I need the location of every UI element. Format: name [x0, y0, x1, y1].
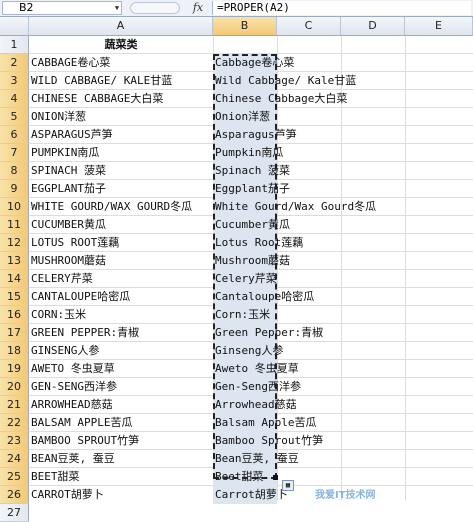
column-header-d[interactable]: D: [341, 17, 405, 36]
cell-a[interactable]: LOTUS ROOT莲藕: [29, 234, 213, 252]
cell-a[interactable]: [29, 504, 213, 522]
row-header[interactable]: 10: [0, 198, 29, 216]
row-header[interactable]: 16: [0, 306, 29, 324]
chevron-down-icon[interactable]: ▼: [112, 2, 122, 14]
watermark-text: 我爱IT技术网: [315, 490, 376, 501]
row-header[interactable]: 14: [0, 270, 29, 288]
cell-a[interactable]: EGGPLANT茄子: [29, 180, 213, 198]
cell-a[interactable]: MUSHROOM蘑菇: [29, 252, 213, 270]
row-header[interactable]: 12: [0, 234, 29, 252]
cell-b[interactable]: [213, 504, 277, 522]
row-header[interactable]: 7: [0, 144, 29, 162]
cell-b[interactable]: Eggplant茄子: [213, 180, 290, 198]
cell-a[interactable]: WHITE GOURD/WAX GOURD冬瓜: [29, 198, 213, 216]
cell-a[interactable]: 蔬菜类: [29, 36, 213, 54]
cell-b[interactable]: Cantaloupe哈密瓜: [213, 288, 314, 306]
cell-b[interactable]: Carrot胡萝卜: [213, 486, 288, 504]
cell-a[interactable]: PUMPKIN南瓜: [29, 144, 213, 162]
cell-b[interactable]: Celery芹菜: [213, 270, 277, 288]
row-header[interactable]: 19: [0, 360, 29, 378]
cell-b[interactable]: Corn:玉米: [213, 306, 277, 324]
cell-b[interactable]: White Gourd/Wax Gourd冬瓜: [213, 198, 376, 216]
cell-a[interactable]: BEET甜菜: [29, 468, 213, 486]
row-header[interactable]: 21: [0, 396, 29, 414]
cell-b[interactable]: Onion洋葱: [213, 108, 277, 126]
column-header-a[interactable]: A: [29, 17, 213, 36]
formula-bar: B2 ▼ fx =PROPER(A2): [0, 0, 473, 17]
cell-b[interactable]: Asparagus芦笋: [213, 126, 297, 144]
cell-a[interactable]: CABBAGE卷心菜: [29, 54, 213, 72]
row-header[interactable]: 22: [0, 414, 29, 432]
cell-a[interactable]: WILD CABBAGE/ KALE甘蓝: [29, 72, 213, 90]
select-all-corner[interactable]: [0, 17, 29, 36]
paste-options-icon[interactable]: ▦: [282, 480, 294, 491]
column-header-e[interactable]: E: [405, 17, 473, 36]
row-header[interactable]: 15: [0, 288, 29, 306]
cell-a[interactable]: ARROWHEAD慈菇: [29, 396, 213, 414]
row-header[interactable]: 23: [0, 432, 29, 450]
cell-a[interactable]: CHINESE CABBAGE大白菜: [29, 90, 213, 108]
fill-handle[interactable]: [273, 475, 278, 480]
cell-a[interactable]: BEAN豆荚, 蚕豆: [29, 450, 213, 468]
gridline: [405, 36, 406, 500]
cell-b[interactable]: Lotus Root莲藕: [213, 234, 303, 252]
cell-a[interactable]: ASPARAGUS芦笋: [29, 126, 213, 144]
cell-b[interactable]: Green Pepper:青椒: [213, 324, 323, 342]
cell-a[interactable]: ONION洋葱: [29, 108, 213, 126]
row-header[interactable]: 3: [0, 72, 29, 90]
row-header[interactable]: 8: [0, 162, 29, 180]
cell-b[interactable]: Bamboo Sprout竹笋: [213, 432, 323, 450]
name-box[interactable]: B2: [2, 1, 122, 15]
row-header[interactable]: 27: [0, 504, 29, 522]
insert-function-button[interactable]: fx: [188, 1, 208, 15]
row-header[interactable]: 4: [0, 90, 29, 108]
cell-a[interactable]: CANTALOUPE哈密瓜: [29, 288, 213, 306]
cell-a[interactable]: CARROT胡萝卜: [29, 486, 213, 504]
cell-a[interactable]: GREEN PEPPER:青椒: [29, 324, 213, 342]
row-header[interactable]: 26: [0, 486, 29, 504]
cell-a[interactable]: CORN:玉米: [29, 306, 213, 324]
cell-b[interactable]: Spinach 菠菜: [213, 162, 290, 180]
cell-b[interactable]: [213, 36, 277, 54]
cell-a[interactable]: AWETO 冬虫夏草: [29, 360, 213, 378]
cell-a[interactable]: GEN-SENG西洋参: [29, 378, 213, 396]
cell-b[interactable]: Pumpkin南瓜: [213, 144, 283, 162]
row-header[interactable]: 18: [0, 342, 29, 360]
cell-a[interactable]: BAMBOO SPROUT竹笋: [29, 432, 213, 450]
cell-b[interactable]: Chinese Cabbage大白菜: [213, 90, 347, 108]
cell-a[interactable]: SPINACH 菠菜: [29, 162, 213, 180]
row-header[interactable]: 6: [0, 126, 29, 144]
row-header[interactable]: 25: [0, 468, 29, 486]
gridline: [341, 36, 342, 500]
row-header[interactable]: 17: [0, 324, 29, 342]
column-header-b[interactable]: B: [213, 17, 277, 36]
cell-a[interactable]: CUCUMBER黄瓜: [29, 216, 213, 234]
cell-b[interactable]: Wild Cabbage/ Kale甘蓝: [213, 72, 356, 90]
cell-a[interactable]: BALSAM APPLE苦瓜: [29, 414, 213, 432]
cell-a[interactable]: CELERY芹菜: [29, 270, 213, 288]
row-header[interactable]: 24: [0, 450, 29, 468]
cell-b[interactable]: Ginseng人参: [213, 342, 283, 360]
cell-a[interactable]: GINSENG人参: [29, 342, 213, 360]
row-header[interactable]: 2: [0, 54, 29, 72]
row-header[interactable]: 20: [0, 378, 29, 396]
row-header[interactable]: 5: [0, 108, 29, 126]
row-header[interactable]: 11: [0, 216, 29, 234]
formula-input[interactable]: =PROPER(A2): [212, 1, 471, 15]
row-header[interactable]: 13: [0, 252, 29, 270]
cell-b[interactable]: Beet甜菜: [213, 468, 277, 486]
formula-bar-divider[interactable]: [130, 2, 180, 14]
cell-b[interactable]: Gen-Seng西洋参: [213, 378, 301, 396]
cell-b[interactable]: Cucumber黄瓜: [213, 216, 290, 234]
cell-b[interactable]: Aweto 冬虫夏草: [213, 360, 299, 378]
cell-b[interactable]: Bean豆荚, 蚕豆: [213, 450, 299, 468]
cell-b[interactable]: Cabbage卷心菜: [213, 54, 294, 72]
row-header[interactable]: 9: [0, 180, 29, 198]
row-header[interactable]: 1: [0, 36, 29, 54]
cell-b[interactable]: Arrowhead慈菇: [213, 396, 297, 414]
cell-b[interactable]: Mushroom蘑菇: [213, 252, 290, 270]
cell-b[interactable]: Balsam Apple苦瓜: [213, 414, 316, 432]
column-header-c[interactable]: C: [277, 17, 341, 36]
